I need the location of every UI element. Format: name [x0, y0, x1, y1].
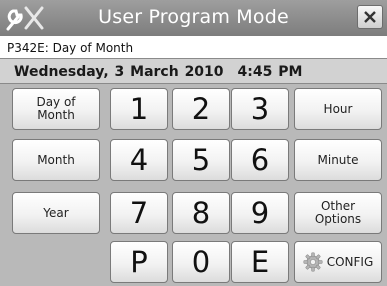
- key-p-button[interactable]: P: [110, 241, 168, 283]
- key-4-label: 4: [129, 143, 149, 177]
- config-button[interactable]: CONFIG: [294, 241, 382, 283]
- key-4-button[interactable]: 4: [110, 139, 168, 181]
- date-time-bar: Wednesday, 3 March 2010 4:45 PM: [0, 59, 387, 84]
- parameter-label: P342E: Day of Month: [0, 36, 387, 59]
- key-p-label: P: [130, 245, 148, 279]
- key-5-label: 5: [191, 143, 211, 177]
- config-label: CONFIG: [326, 255, 374, 269]
- key-8-button[interactable]: 8: [172, 192, 230, 234]
- key-2-button[interactable]: 2: [172, 88, 230, 130]
- key-9-label: 9: [250, 196, 270, 230]
- year-label: Year: [43, 205, 69, 220]
- key-1-label: 1: [129, 92, 149, 126]
- close-button[interactable]: [357, 5, 383, 29]
- key-e-button[interactable]: E: [231, 241, 289, 283]
- window-title: User Program Mode: [98, 6, 289, 28]
- minute-button[interactable]: Minute: [294, 139, 382, 181]
- title-bar: User Program Mode: [0, 0, 387, 36]
- key-9-button[interactable]: 9: [231, 192, 289, 234]
- gear-icon: [303, 252, 323, 272]
- close-icon: [364, 11, 376, 23]
- key-e-label: E: [250, 245, 270, 279]
- day-of-month-label: Day of Month: [36, 95, 76, 122]
- month-label: Month: [37, 152, 75, 167]
- current-time: 4:45 PM: [237, 64, 303, 80]
- hour-label: Hour: [323, 101, 353, 116]
- key-5-button[interactable]: 5: [172, 139, 230, 181]
- key-7-label: 7: [129, 196, 149, 230]
- year-button[interactable]: Year: [12, 192, 100, 234]
- key-0-label: 0: [191, 245, 211, 279]
- hour-button[interactable]: Hour: [294, 88, 382, 130]
- key-6-label: 6: [250, 143, 270, 177]
- key-3-button[interactable]: 3: [231, 88, 289, 130]
- key-1-button[interactable]: 1: [110, 88, 168, 130]
- minute-label: Minute: [317, 152, 359, 167]
- key-2-label: 2: [191, 92, 211, 126]
- key-3-label: 3: [250, 92, 270, 126]
- key-7-button[interactable]: 7: [110, 192, 168, 234]
- other-options-button[interactable]: Other Options: [294, 192, 382, 234]
- day-of-month-button[interactable]: Day of Month: [12, 88, 100, 130]
- current-date: Wednesday, 3 March 2010: [14, 64, 224, 80]
- month-button[interactable]: Month: [12, 139, 100, 181]
- key-0-button[interactable]: 0: [172, 241, 230, 283]
- key-6-button[interactable]: 6: [231, 139, 289, 181]
- other-options-label: Other Options: [314, 199, 362, 226]
- key-8-label: 8: [191, 196, 211, 230]
